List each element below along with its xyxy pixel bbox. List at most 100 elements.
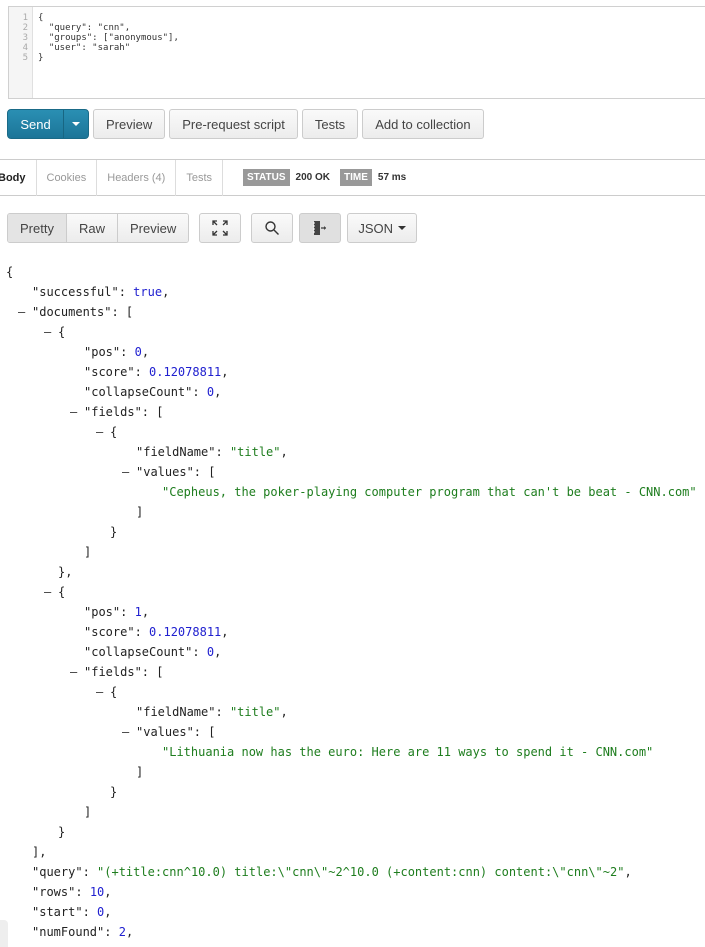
json-line: "Lithuania now has the euro: Here are 11… [6, 742, 697, 762]
json-punctuation: : [192, 385, 207, 399]
code-line[interactable]: "user": "sarah" [38, 43, 179, 53]
json-value: 0 [206, 645, 215, 659]
json-line: – "fields": [ [6, 402, 697, 422]
json-punctuation: , [280, 705, 288, 719]
json-line: } [6, 782, 697, 802]
json-value: 10 [89, 885, 105, 899]
json-value: true [133, 285, 163, 299]
json-punctuation: ] [136, 765, 144, 779]
json-punctuation: : [104, 925, 119, 939]
collapse-toggle-icon[interactable]: – [44, 582, 51, 602]
json-punctuation: { [110, 425, 118, 439]
json-line: –{ [6, 682, 697, 702]
pretty-mode-button[interactable]: Pretty [8, 214, 67, 242]
json-punctuation: : [134, 365, 150, 379]
json-key: "values" [136, 465, 194, 479]
json-punctuation: : [215, 705, 230, 719]
json-value: 0.12078811 [149, 625, 222, 639]
collapse-toggle-icon[interactable]: – [96, 422, 103, 442]
expand-button[interactable] [199, 213, 242, 243]
json-key: "pos" [84, 605, 121, 619]
json-line: { [6, 262, 697, 282]
tab-headers[interactable]: Headers (4) [97, 159, 177, 196]
json-punctuation: : [215, 445, 230, 459]
json-value: "(+title:cnn^10.0) title:\"cnn\"~2^10.0 … [97, 865, 625, 879]
status-badge: STATUS [243, 169, 290, 186]
json-value: 0 [206, 385, 215, 399]
line-number: 1 [22, 13, 28, 23]
tab-tests[interactable]: Tests [176, 159, 224, 196]
json-line: ] [6, 802, 697, 822]
json-punctuation: , [141, 605, 150, 619]
code-line[interactable]: "groups": ["anonymous"], [38, 33, 179, 43]
collapse-toggle-icon[interactable]: – [44, 322, 51, 342]
view-mode-group: Pretty Raw Preview [7, 213, 190, 243]
raw-mode-button[interactable]: Raw [66, 214, 118, 242]
json-line: ] [6, 502, 697, 522]
json-line: }, [6, 562, 697, 582]
json-key: "fields" [84, 405, 142, 419]
json-line: "pos": 1, [6, 602, 697, 622]
json-key: "fields" [84, 665, 142, 679]
collapse-toggle-icon[interactable]: – [96, 682, 103, 702]
collapse-toggle-icon[interactable]: – [18, 302, 25, 322]
add-to-collection-button[interactable]: Add to collection [362, 109, 484, 139]
json-value: 0.12078811 [149, 365, 222, 379]
status-value: 200 OK [295, 172, 330, 183]
json-key: "pos" [84, 345, 121, 359]
wrap-lines-button[interactable] [299, 213, 342, 243]
json-key: "collapseCount" [84, 385, 193, 399]
time-value: 57 ms [377, 172, 407, 183]
json-punctuation: : [75, 885, 90, 899]
json-line: "score": 0.12078811, [6, 362, 697, 382]
tab-cookies[interactable]: Cookies [37, 159, 98, 196]
json-line: "rows": 10, [6, 882, 697, 902]
line-number: 2 [22, 23, 28, 33]
line-number: 3 [22, 33, 28, 43]
json-punctuation: { [58, 325, 66, 339]
wrap-lines-icon [313, 221, 327, 235]
json-line: –{ [6, 322, 697, 342]
code-line[interactable]: } [38, 53, 179, 63]
json-line: "collapseCount": 0, [6, 642, 697, 662]
json-punctuation: : [ [111, 305, 134, 319]
json-punctuation: }, [58, 565, 73, 579]
send-options-button[interactable] [63, 110, 88, 138]
preview-mode-button[interactable]: Preview [117, 214, 189, 242]
line-number: 5 [22, 53, 28, 63]
pre-request-script-button[interactable]: Pre-request script [169, 109, 298, 139]
code-line[interactable]: { [38, 13, 179, 23]
send-button[interactable]: Send [8, 110, 63, 138]
code-line[interactable]: "query": "cnn", [38, 23, 179, 33]
collapse-toggle-icon[interactable]: – [70, 662, 77, 682]
tests-button[interactable]: Tests [301, 109, 359, 139]
json-line: ] [6, 762, 697, 782]
collapse-toggle-icon[interactable]: – [122, 722, 129, 742]
search-button[interactable] [251, 213, 294, 243]
code-area[interactable]: { "query": "cnn", "groups": ["anonymous"… [33, 7, 179, 98]
json-punctuation: , [104, 905, 112, 919]
json-line: –{ [6, 582, 697, 602]
json-line: ], [6, 842, 697, 862]
json-punctuation: : [82, 865, 98, 879]
json-punctuation: , [162, 285, 170, 299]
collapse-toggle-icon[interactable]: – [122, 462, 129, 482]
json-punctuation: : [118, 285, 134, 299]
json-line: } [6, 522, 697, 542]
collapse-toggle-icon[interactable]: – [70, 402, 77, 422]
json-line: "start": 0, [6, 902, 697, 922]
request-body-editor[interactable]: 1 2 3 4 5 { "query": "cnn", "groups": ["… [8, 6, 705, 99]
json-punctuation: : [ [141, 405, 164, 419]
json-key: "score" [84, 365, 135, 379]
tab-body[interactable]: Body [0, 159, 37, 196]
json-key: "start" [32, 905, 83, 919]
json-punctuation: : [192, 645, 207, 659]
json-key: "successful" [32, 285, 119, 299]
preview-button[interactable]: Preview [93, 109, 166, 139]
json-punctuation: } [110, 785, 118, 799]
json-value: 1 [134, 605, 142, 619]
format-dropdown[interactable]: JSON [347, 213, 418, 243]
json-punctuation: { [58, 585, 66, 599]
side-tab[interactable] [0, 920, 8, 947]
json-key: "query" [32, 865, 83, 879]
